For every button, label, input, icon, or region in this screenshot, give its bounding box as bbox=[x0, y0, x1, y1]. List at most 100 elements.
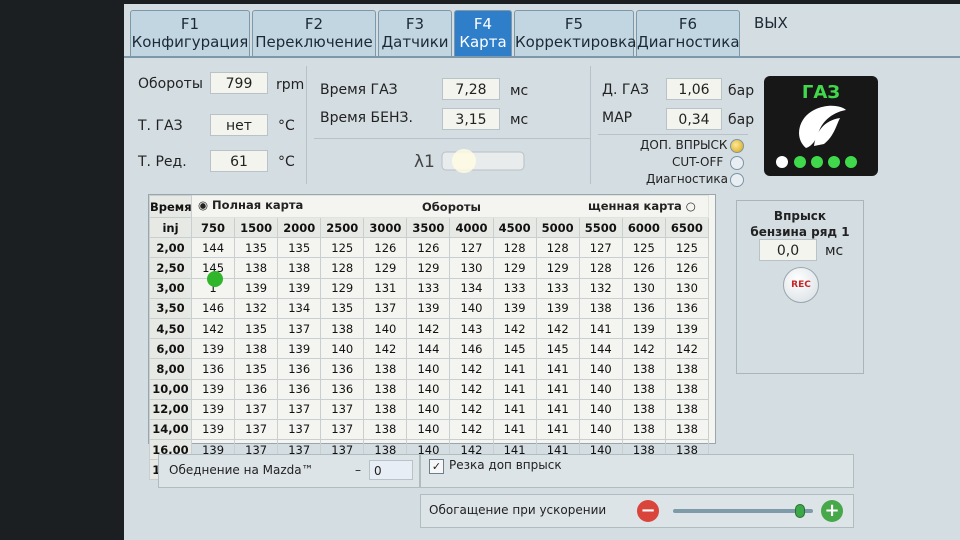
map-cell[interactable]: 142 bbox=[449, 358, 494, 380]
map-cell[interactable]: 142 bbox=[535, 317, 580, 340]
tab-switching[interactable]: F2 Переключение bbox=[252, 10, 376, 56]
map-cell[interactable]: 136 bbox=[320, 358, 365, 380]
map-cell[interactable]: 140 bbox=[578, 378, 623, 400]
map-cell[interactable]: 129 bbox=[535, 257, 580, 279]
tab-configuration[interactable]: F1 Конфигурация bbox=[130, 10, 250, 56]
map-cell[interactable]: 136 bbox=[621, 297, 666, 319]
map-cell[interactable]: 144 bbox=[190, 237, 236, 259]
map-cell[interactable]: 128 bbox=[578, 257, 623, 279]
map-cell[interactable]: 139 bbox=[190, 398, 236, 420]
acceleration-slider[interactable] bbox=[673, 504, 813, 518]
map-cell[interactable]: 142 bbox=[449, 398, 494, 420]
map-cell[interactable]: 140 bbox=[406, 378, 451, 400]
map-cell[interactable]: 126 bbox=[406, 237, 451, 259]
map-cell[interactable]: 139 bbox=[234, 277, 279, 299]
rec-button[interactable]: REC bbox=[783, 267, 819, 303]
map-cell[interactable]: 135 bbox=[234, 317, 279, 340]
map-cell[interactable]: 137 bbox=[277, 418, 322, 441]
tab-exit[interactable]: ВЫХ bbox=[750, 10, 810, 56]
map-cell[interactable]: 138 bbox=[363, 398, 408, 420]
map-cell[interactable]: 135 bbox=[234, 358, 279, 380]
map-cell[interactable]: 141 bbox=[492, 358, 537, 380]
map-cell[interactable]: 138 bbox=[621, 418, 666, 441]
map-cell[interactable]: 141 bbox=[492, 378, 537, 400]
map-cell[interactable]: 138 bbox=[664, 378, 710, 400]
map-cell[interactable]: 146 bbox=[449, 338, 494, 360]
map-cell[interactable]: 137 bbox=[234, 418, 279, 441]
map-cell[interactable]: 132 bbox=[234, 297, 279, 319]
tab-correction[interactable]: F5 Корректировка bbox=[514, 10, 636, 56]
map-cell[interactable]: 140 bbox=[363, 317, 408, 340]
mazda-lean-input[interactable]: 0 bbox=[369, 460, 413, 480]
map-cell[interactable]: 139 bbox=[621, 317, 666, 340]
map-cell[interactable]: 138 bbox=[363, 358, 408, 380]
map-cell[interactable]: 1 bbox=[190, 277, 236, 299]
map-cell[interactable]: 137 bbox=[363, 297, 408, 319]
map-cell[interactable]: 138 bbox=[234, 338, 279, 360]
full-map-option[interactable]: ◉ Полная карта bbox=[198, 198, 303, 212]
map-cell[interactable]: 141 bbox=[492, 398, 537, 420]
map-cell[interactable]: 129 bbox=[406, 257, 451, 279]
map-cell[interactable]: 126 bbox=[664, 257, 710, 279]
map-cell[interactable]: 138 bbox=[320, 317, 365, 340]
map-cell[interactable]: 128 bbox=[492, 237, 537, 259]
map-cell[interactable]: 138 bbox=[664, 358, 710, 380]
map-cell[interactable]: 136 bbox=[320, 378, 365, 400]
map-cell[interactable]: 136 bbox=[234, 378, 279, 400]
map-cell[interactable]: 137 bbox=[234, 398, 279, 420]
map-cell[interactable]: 140 bbox=[406, 418, 451, 441]
map-cell[interactable]: 139 bbox=[190, 418, 236, 441]
map-cell[interactable]: 134 bbox=[277, 297, 322, 319]
map-cell[interactable]: 125 bbox=[320, 237, 365, 259]
map-cell[interactable]: 129 bbox=[320, 277, 365, 299]
tab-map[interactable]: F4 Карта bbox=[454, 10, 512, 56]
map-cell[interactable]: 136 bbox=[190, 358, 236, 380]
map-cell[interactable]: 140 bbox=[449, 297, 494, 319]
map-cell[interactable]: 135 bbox=[277, 237, 322, 259]
map-cell[interactable]: 138 bbox=[621, 358, 666, 380]
map-cell[interactable]: 129 bbox=[363, 257, 408, 279]
map-cell[interactable]: 138 bbox=[363, 378, 408, 400]
map-cell[interactable]: 138 bbox=[621, 378, 666, 400]
map-cell[interactable]: 138 bbox=[578, 297, 623, 319]
map-cell[interactable]: 141 bbox=[578, 317, 623, 340]
map-cell[interactable]: 136 bbox=[664, 297, 710, 319]
map-cell[interactable]: 138 bbox=[621, 398, 666, 420]
increase-button[interactable]: + bbox=[821, 500, 843, 522]
map-cell[interactable]: 136 bbox=[277, 378, 322, 400]
map-cell[interactable]: 142 bbox=[449, 378, 494, 400]
map-cell[interactable]: 131 bbox=[363, 277, 408, 299]
map-cell[interactable]: 142 bbox=[492, 317, 537, 340]
tab-sensors[interactable]: F3 Датчики bbox=[378, 10, 452, 56]
map-cell[interactable]: 139 bbox=[190, 338, 236, 360]
map-cell[interactable]: 145 bbox=[190, 257, 236, 279]
map-cell[interactable]: 142 bbox=[664, 338, 710, 360]
map-cell[interactable]: 134 bbox=[449, 277, 494, 299]
map-cell[interactable]: 138 bbox=[363, 418, 408, 441]
map-cell[interactable]: 143 bbox=[449, 317, 494, 340]
decrease-button[interactable]: − bbox=[637, 500, 659, 522]
map-cell[interactable]: 137 bbox=[277, 317, 322, 340]
map-cell[interactable]: 126 bbox=[363, 237, 408, 259]
map-cell[interactable]: 139 bbox=[190, 378, 236, 400]
map-cell[interactable]: 139 bbox=[406, 297, 451, 319]
map-cell[interactable]: 125 bbox=[621, 237, 666, 259]
map-cell[interactable]: 133 bbox=[406, 277, 451, 299]
map-cell[interactable]: 146 bbox=[190, 297, 236, 319]
map-cell[interactable]: 141 bbox=[492, 418, 537, 441]
map-cell[interactable]: 139 bbox=[277, 277, 322, 299]
map-cell[interactable]: 141 bbox=[535, 358, 580, 380]
map-cell[interactable]: 128 bbox=[535, 237, 580, 259]
map-cell[interactable]: 129 bbox=[492, 257, 537, 279]
map-cell[interactable]: 138 bbox=[234, 257, 279, 279]
map-cell[interactable]: 133 bbox=[492, 277, 537, 299]
map-cell[interactable]: 138 bbox=[277, 257, 322, 279]
map-cell[interactable]: 142 bbox=[363, 338, 408, 360]
map-cell[interactable]: 139 bbox=[535, 297, 580, 319]
slider-thumb[interactable] bbox=[795, 504, 806, 518]
map-cell[interactable]: 135 bbox=[234, 237, 279, 259]
map-cell[interactable]: 132 bbox=[578, 277, 623, 299]
map-cell[interactable]: 140 bbox=[578, 358, 623, 380]
map-cell[interactable]: 141 bbox=[535, 378, 580, 400]
map-cell[interactable]: 137 bbox=[320, 398, 365, 420]
